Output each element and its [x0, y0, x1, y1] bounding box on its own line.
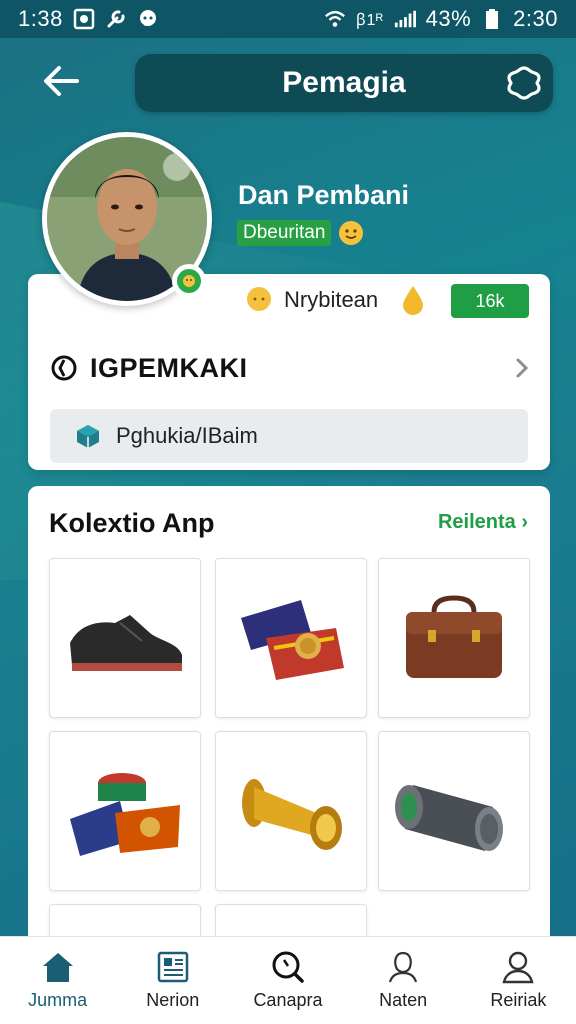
collection-item-flags[interactable]: [49, 731, 201, 891]
flags-icon: [70, 773, 180, 856]
badge-settings-icon: [507, 66, 541, 100]
search-icon: [272, 951, 304, 983]
news-icon: [157, 951, 189, 983]
nav-label-profile: Reiriak: [490, 990, 547, 1010]
profile-icon: [502, 951, 534, 984]
status-time: 1:38: [18, 6, 63, 31]
settings-button[interactable]: [505, 64, 543, 102]
collection-item-canister[interactable]: [378, 731, 530, 891]
nav-item-profile[interactable]: Reiriak: [463, 950, 573, 1011]
back-button[interactable]: [36, 58, 86, 104]
info-field[interactable]: Pghukia/IBaim: [50, 409, 528, 463]
signal-text: ꞵ1ᴿ: [355, 12, 384, 29]
section-link-row[interactable]: IGPEMKAKI: [50, 348, 530, 388]
collection-item-shoe[interactable]: [49, 558, 201, 718]
stat-label: Nrybitean: [284, 287, 379, 312]
chat-icon: [137, 8, 159, 30]
profile-subtitle-row: Dbeuritan: [237, 219, 365, 247]
profile-name: Dan Pembani: [238, 180, 410, 210]
status-clock: 2:30: [513, 6, 558, 31]
stat-row: Nrybitean: [244, 284, 426, 316]
battery-percent: 43%: [425, 6, 472, 31]
drop-icon: [403, 286, 424, 315]
collection-more-link[interactable]: Reilenta ›: [438, 511, 528, 534]
briefcase-icon: [406, 595, 502, 678]
home-icon: [42, 953, 73, 982]
battery-icon: [481, 8, 503, 30]
trophy-icon: [242, 779, 342, 850]
nav-label-news: Nerion: [146, 990, 200, 1010]
arrow-left-icon: [44, 66, 79, 96]
nav-item-home[interactable]: Jumma: [3, 950, 113, 1011]
header-title-bar: Pemagia: [135, 54, 553, 112]
page-title: Pemagia: [282, 66, 406, 99]
photo-icon: [73, 8, 95, 30]
nav-item-news[interactable]: Nerion: [118, 950, 228, 1011]
smile-icon: [177, 269, 201, 293]
chat-bubble-icon: [247, 287, 271, 311]
signal-bars-icon: [394, 8, 416, 30]
collection-item-bag[interactable]: [378, 558, 530, 718]
circle-logo-icon: [51, 355, 77, 381]
scarf-icon: [241, 600, 344, 680]
wifi-icon: [324, 8, 346, 30]
bottom-nav: Jumma Nerion Canapra Naten Reiriak: [0, 936, 576, 1024]
nav-label-people: Naten: [379, 990, 428, 1010]
nav-item-search[interactable]: Canapra: [233, 950, 343, 1011]
user-outline-icon: [389, 951, 418, 983]
nav-label-home: Jumma: [28, 990, 88, 1010]
collection-item-trophy[interactable]: [215, 731, 367, 891]
collection-item-scarf[interactable]: [215, 558, 367, 718]
wrench-icon: [105, 8, 127, 30]
cube-icon: [77, 425, 99, 448]
info-field-text: Pghukia/IBaim: [116, 423, 258, 448]
stat-value-badge[interactable]: 16k: [451, 284, 529, 318]
section-link-label: IGPEMKAKI: [90, 352, 248, 383]
profile-subtitle: Dbeuritan: [237, 220, 332, 246]
shoe-icon: [70, 615, 182, 671]
nav-label-search: Canapra: [253, 990, 323, 1010]
canister-icon: [395, 785, 503, 851]
collection-title: Kolextio Anp: [49, 508, 215, 538]
collection-card: Kolextio Anp Reilenta ›: [28, 486, 550, 946]
chevron-right-icon: [516, 358, 529, 378]
nav-item-people[interactable]: Naten: [348, 950, 458, 1011]
collection-more-label: Reilenta: [437, 511, 516, 533]
status-bar: 1:38 ꞵ1ᴿ 43% 2:30: [0, 0, 576, 38]
emoji-icon: [339, 221, 364, 245]
online-status-badge: [172, 264, 206, 298]
